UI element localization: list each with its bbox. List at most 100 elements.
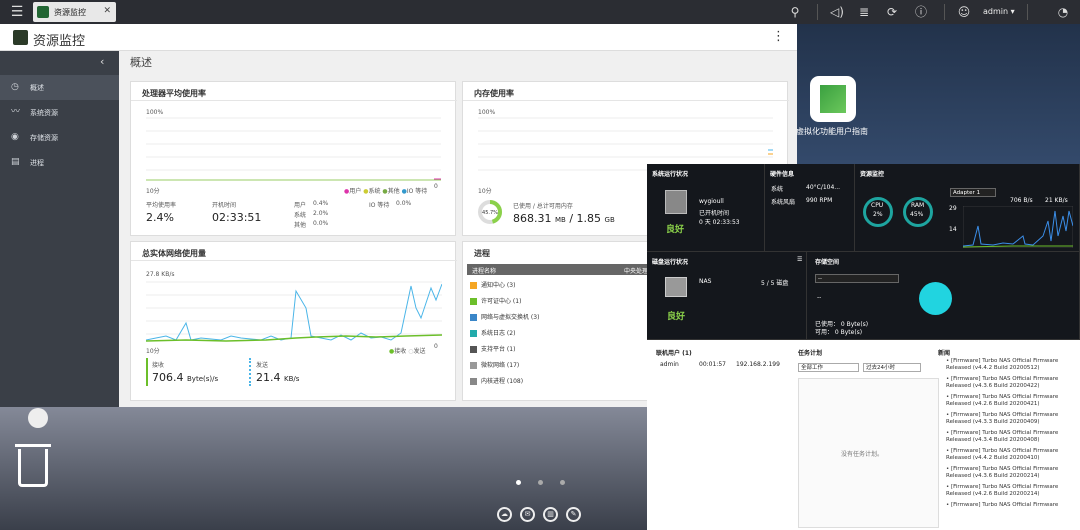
network-panel: 总实体网络使用量 27.8 KB/s 10分 ●接收 ○发送 0 接收 706.… [130, 241, 457, 401]
divider [131, 260, 457, 261]
dock-cloud-icon[interactable]: ☁ [497, 507, 512, 522]
resource-monitor-icon [37, 6, 49, 18]
tx-number: 21.4 [256, 371, 281, 384]
news-text: [Firmware] Turbo NAS Official Firmware R… [946, 466, 1059, 479]
table-row[interactable]: 许可证中心 (1) [470, 296, 521, 312]
app-label[interactable]: 虚拟化功能用户指南 [796, 126, 868, 137]
time-range-select[interactable]: 过去24小时 [863, 363, 921, 372]
news-text: [Firmware] Turbo NAS Official Firmware [951, 502, 1059, 508]
menu-icon[interactable]: ☰ [8, 3, 26, 21]
page-dot-active[interactable] [516, 480, 521, 485]
news-item[interactable]: • [Firmware] Turbo NAS Official Firmware… [946, 484, 1076, 498]
avg-usage-label: 平均使用率 [146, 202, 177, 209]
cpu-gauge-label: CPU [871, 202, 884, 209]
other-label: 其他 [294, 222, 307, 229]
dashboard-panel: 系统运行状况 良好 wygioull 已开机时间 0 天 02:33:53 硬件… [647, 164, 1080, 530]
process-name: 支持平台 (1) [481, 346, 516, 353]
sidebar-item-processes[interactable]: ▤ 进程 [0, 150, 119, 175]
hardware-card[interactable]: 硬件信息 系统 40°C/104... 系统风扇 990 RPM [765, 164, 855, 252]
divider [131, 100, 457, 101]
close-icon[interactable]: ✕ [103, 6, 111, 16]
task-icon[interactable]: ≣ [856, 4, 872, 20]
cube-icon [820, 85, 846, 113]
y-axis-zero: 0 [434, 343, 438, 350]
tx-unit: KB/s [284, 375, 300, 383]
task-filter-select[interactable]: 全部工作 [798, 363, 859, 372]
memory-total-unit: GB [604, 216, 615, 224]
news-item[interactable]: • [Firmware] Turbo NAS Official Firmware… [946, 412, 1076, 426]
dashboard-top: 系统运行状况 良好 wygioull 已开机时间 0 天 02:33:53 硬件… [647, 164, 1080, 340]
mascot-icon[interactable] [28, 408, 48, 428]
news-text: [Firmware] Turbo NAS Official Firmware R… [946, 448, 1059, 461]
sidebar-item-overview[interactable]: ◷ 概述 [0, 75, 119, 100]
volume-icon[interactable]: ◁) [829, 4, 845, 20]
more-options-icon[interactable]: ⋮ [772, 29, 785, 44]
storage-pie [919, 282, 952, 315]
disk-icon [665, 277, 687, 297]
sidebar-item-storage-resources[interactable]: ◉ 存储资源 [0, 125, 119, 150]
table-row[interactable]: 网络与虚拟交换机 (3) [470, 312, 539, 328]
table-header: 进程名称 中央处理 [467, 264, 657, 275]
page-dot[interactable] [538, 480, 543, 485]
dock-edit-icon[interactable]: ✎ [566, 507, 581, 522]
process-name: 网络与虚拟交换机 (3) [481, 314, 540, 321]
news-item[interactable]: • [Firmware] Turbo NAS Official Firmware… [946, 376, 1076, 390]
process-name: 内核进程 (108) [481, 378, 524, 385]
news-item[interactable]: • [Firmware] Turbo NAS Official Firmware… [946, 358, 1076, 372]
search-icon[interactable]: ⚲ [787, 4, 803, 20]
online-user: admin [660, 361, 679, 368]
card-title: 存储空间 [815, 259, 840, 266]
news-item[interactable]: • [Firmware] Turbo NAS Official Firmware… [946, 448, 1076, 462]
virtualization-guide-app-icon[interactable] [810, 76, 856, 122]
news-item[interactable]: • [Firmware] Turbo NAS Official Firmware… [946, 466, 1076, 480]
user-menu[interactable]: admin ▾ [983, 7, 1015, 16]
table-row[interactable]: 通知中心 (3) [470, 280, 515, 296]
app-tab-resource-monitor[interactable]: 资源监控 ✕ [33, 2, 116, 22]
news-item[interactable]: • [Firmware] Turbo NAS Official Firmware… [946, 430, 1076, 444]
chart-legend: ●接收 ○发送 [389, 348, 426, 355]
info-icon[interactable]: ⓘ [913, 4, 929, 20]
sync-icon[interactable]: ⟳ [884, 4, 900, 20]
chart-line-icon: 〰 [11, 107, 21, 117]
dock-grid-icon[interactable]: ▥ [543, 507, 558, 522]
legend-item: 用户 [349, 188, 362, 195]
rx-number: 706.4 [152, 371, 184, 384]
list-icon[interactable]: ☰ [797, 256, 802, 263]
column-header-cpu[interactable]: 中央处理 [624, 266, 648, 275]
storage-card[interactable]: 存储空间 -- -- 已使用： 0 Byte(s) 可用： 0 Byte(s) [807, 252, 1080, 340]
news-item[interactable]: • [Firmware] Turbo NAS Official Firmware [946, 502, 1076, 516]
legend-item: 接收 [394, 348, 407, 355]
table-row[interactable]: 微软网络 (17) [470, 360, 519, 376]
dashboard-lower: 联机用户 (1) admin 00:01:57 192.168.2.199 任务… [647, 340, 1080, 530]
table-row[interactable]: 内核进程 (108) [470, 376, 523, 392]
resource-card[interactable]: 资源监控 CPU 2% RAM 45% Adapter 1 706 B/s 21… [855, 164, 1080, 252]
memory-caption: 已使用 / 总计可用内存 [513, 201, 573, 210]
process-name: 许可证中心 (1) [481, 298, 522, 305]
dock-mail-icon[interactable]: ✉ [520, 507, 535, 522]
news-text: [Firmware] Turbo NAS Official Firmware R… [946, 430, 1059, 443]
disk-health-card[interactable]: 磁盘运行状况 ☰ 良好 NAS 5 / 5 磁盘 [647, 252, 807, 340]
ram-gauge-value: 45% [910, 211, 924, 218]
volume-select[interactable]: -- [815, 274, 899, 283]
memory-used: 868.31 [513, 212, 552, 225]
adapter-select[interactable]: Adapter 1 [950, 188, 996, 197]
y-axis-mid: 14 [949, 226, 957, 233]
system-health-card[interactable]: 系统运行状况 良好 wygioull 已开机时间 0 天 02:33:53 [647, 164, 765, 252]
column-header-name[interactable]: 进程名称 [472, 266, 496, 275]
card-title: 系统运行状况 [652, 171, 689, 178]
table-row[interactable]: 支持平台 (1) [470, 344, 515, 360]
divider [1027, 4, 1028, 20]
y-axis-max: 27.8 KB/s [146, 271, 175, 278]
legend-item: 发送 [413, 348, 426, 355]
cpu-gauge-value: 2% [873, 211, 883, 218]
collapse-icon[interactable]: ‹ [100, 55, 104, 68]
page-dot[interactable] [560, 480, 565, 485]
sidebar-item-system-resources[interactable]: 〰 系统资源 [0, 100, 119, 125]
news-item[interactable]: • [Firmware] Turbo NAS Official Firmware… [946, 394, 1076, 408]
table-row[interactable]: 系统日志 (2) [470, 328, 515, 344]
divider [463, 100, 789, 101]
memory-percent: 45.7% [482, 210, 498, 216]
dashboard-icon[interactable]: ◔ [1055, 4, 1071, 20]
user-icon[interactable]: ☺ [956, 4, 972, 20]
trash-icon[interactable] [18, 449, 48, 487]
